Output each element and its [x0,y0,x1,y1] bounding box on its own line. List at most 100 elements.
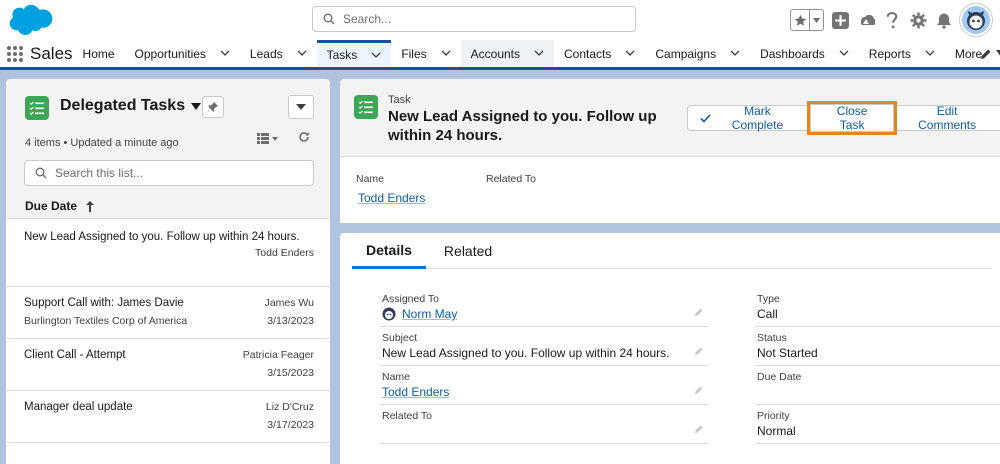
nav-item-tasks[interactable]: Tasks [316,40,392,67]
nav-item-label: Campaigns [655,46,717,61]
nav-item-campaigns[interactable]: Campaigns [645,40,750,67]
chevron-down-icon[interactable] [925,50,935,57]
nav-item-label: Accounts [470,46,521,61]
field-value-text: Normal [757,424,796,438]
salesforce-logo[interactable] [8,4,54,36]
edit-pencil-icon[interactable] [694,307,704,317]
pin-icon [207,102,218,112]
nav-item-label: Home [82,46,115,61]
edit-pencil-icon[interactable] [694,424,704,434]
list-view-controls-button[interactable] [288,95,314,119]
list-search-input[interactable]: Search this list... [24,160,314,186]
chevron-down-icon[interactable] [534,50,544,57]
nav-item-files[interactable]: Files [391,40,460,67]
nav-item-accounts[interactable]: Accounts [460,40,555,67]
list-item[interactable]: Support Call with: James Davie Burlington… [6,287,330,339]
sort-by-due-date[interactable]: Due Date [25,199,95,213]
nav-item-label: Opportunities [134,46,206,61]
chevron-down-icon[interactable] [839,50,849,57]
global-search[interactable]: Search... [312,6,636,32]
task-list-icon [358,100,373,115]
record-title: New Lead Assigned to you. Follow up with… [388,108,657,144]
field-value-link[interactable]: Todd Enders [382,385,449,399]
add-icon [831,11,849,29]
list-item-assignee: Patricia Feager [242,349,314,361]
list-item-assignee: James Wu [264,297,314,309]
chevron-down-icon[interactable] [996,50,1000,57]
list-view-header: Delegated Tasks 4 items • Updated a minu… [6,79,330,219]
caret-down-icon [191,102,202,110]
nav-items: Home Opportunities Leads Tasks Files Accounts… [73,40,1000,67]
refresh-button[interactable] [298,131,310,146]
list-item-assignee: Todd Enders [255,247,314,259]
list-item-date: 3/15/2023 [267,367,314,379]
nav-item-label: More [954,46,983,61]
notifications-button[interactable] [934,10,954,30]
app-navigation-bar: Sales Home Opportunities Leads Tasks Files Ac… [0,40,1000,70]
chevron-down-icon[interactable] [441,50,451,57]
field-value-link[interactable]: Norm May [402,307,457,321]
list-view-title-text: Delegated Tasks [60,97,186,114]
star-icon [794,14,806,26]
list-item[interactable]: Client Call - Attempt Patricia Feager 3/15… [6,339,330,391]
field-label: Name [382,371,411,383]
field-priority: Priority Normal [755,406,1000,444]
record-type-label: Task [388,94,411,106]
chevron-down-icon[interactable] [220,50,230,57]
chevron-down-icon[interactable] [730,50,740,57]
list-item-title: Manager deal update [24,401,133,413]
field-name: Name Todd Enders [380,367,708,405]
list-item[interactable]: Manager deal update Liz D'Cruz 3/17/2023 [6,391,330,443]
list-item-subtitle: Burlington Textiles Corp of America [24,315,188,327]
setup-button[interactable] [908,10,928,30]
search-icon [323,13,335,25]
chevron-down-icon [272,136,278,141]
chevron-down-icon[interactable] [625,50,635,57]
nav-item-opportunities[interactable]: Opportunities [125,40,240,67]
record-tabs: Details Related [352,233,992,269]
edit-nav-button[interactable] [980,48,992,63]
highlight-name-link[interactable]: Todd Enders [358,191,425,205]
record-header: Task New Lead Assigned to you. Follow up… [340,79,1000,157]
nav-item-contacts[interactable]: Contacts [554,40,645,67]
app-launcher-button[interactable] [6,40,24,67]
nav-item-leads[interactable]: Leads [240,40,317,67]
search-placeholder: Search... [343,12,392,26]
field-label: Status [757,332,787,344]
mark-complete-label: Mark Complete [731,104,784,132]
tab-related[interactable]: Related [430,233,506,269]
details-card: Details Related Assigned To Norm May Subje… [340,233,1000,464]
mark-complete-button[interactable]: Mark Complete [687,104,811,132]
nav-item-reports[interactable]: Reports [859,40,945,67]
nav-item-dashboards[interactable]: Dashboards [750,40,859,67]
nav-item-home[interactable]: Home [73,40,125,67]
task-list-icon [29,101,44,116]
chevron-down-icon[interactable] [297,50,307,57]
global-header: Search... [0,0,1000,40]
field-value-text: Call [757,307,778,321]
gear-icon [910,12,926,28]
field-label: Related To [382,410,433,422]
display-as-button[interactable] [257,133,278,144]
pin-list-button[interactable] [202,96,224,118]
list-item[interactable]: New Lead Assigned to you. Follow up with… [6,219,330,287]
global-actions-button[interactable] [830,10,850,30]
help-button[interactable] [882,10,902,30]
user-avatar[interactable] [960,4,992,36]
list-rows: New Lead Assigned to you. Follow up with… [6,219,330,443]
edit-pencil-icon[interactable] [694,385,704,395]
chevron-down-icon[interactable] [371,52,381,59]
field-value: Norm May [382,307,457,321]
edit-comments-button[interactable]: Edit Comments [893,104,1000,132]
edit-pencil-icon[interactable] [694,346,704,356]
list-item-date: 3/13/2023 [267,315,314,327]
favorites-button[interactable] [790,9,824,31]
nav-item-label: Contacts [564,46,612,61]
close-task-button[interactable]: Close Task [806,101,898,135]
tab-details[interactable]: Details [352,233,426,269]
app-name: Sales [30,43,73,63]
help-icon [886,11,898,28]
refresh-icon [299,132,309,142]
list-view-title[interactable]: Delegated Tasks [60,97,202,115]
trailhead-button[interactable] [856,10,876,30]
